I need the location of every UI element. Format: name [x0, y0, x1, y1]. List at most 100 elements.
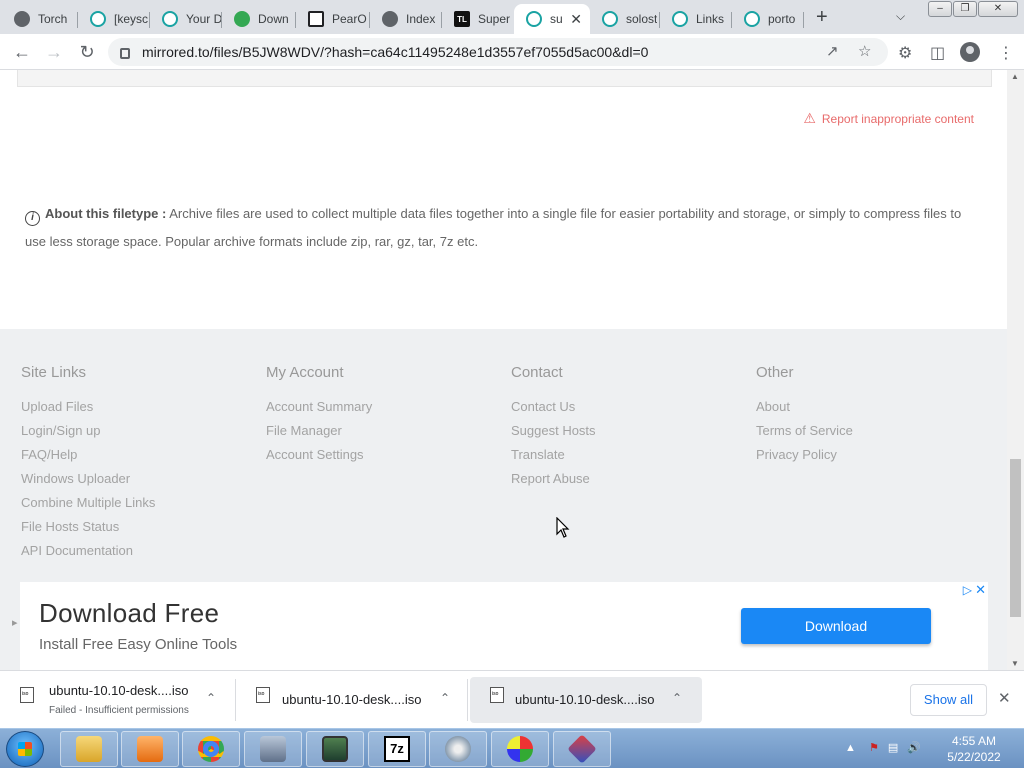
page-scrollbar[interactable]: ▲ ▼	[1007, 70, 1024, 670]
show-hidden-icons-icon[interactable]: ▲	[845, 742, 856, 754]
reload-icon[interactable]: ↻	[75, 41, 99, 65]
footer-link-api-documentation[interactable]: API Documentation	[21, 539, 155, 563]
report-content-link[interactable]: ⚠ Report inappropriate content	[803, 110, 974, 127]
tab-super[interactable]: TL Super	[442, 4, 514, 34]
download-item[interactable]: ubuntu-10.10-desk....iso Failed - Insuff…	[0, 677, 236, 723]
windows-taskbar: 7z ▲ ⚑ ▤ 🔊 4:55 AM 5/22/2022	[0, 728, 1024, 768]
footer-link-file-manager[interactable]: File Manager	[266, 419, 372, 443]
chevron-up-icon[interactable]: ⌃	[672, 691, 682, 705]
taskbar-media-player[interactable]	[121, 731, 179, 767]
tab-pearo[interactable]: PearO	[296, 4, 370, 34]
tab-title: Index	[406, 12, 436, 26]
start-button[interactable]	[6, 731, 44, 767]
action-center-flag-icon[interactable]: ⚑	[869, 742, 879, 754]
ad-subline: Install Free Easy Online Tools	[39, 636, 238, 653]
disc-icon	[445, 736, 471, 762]
taskbar-paint[interactable]	[491, 731, 549, 767]
volume-icon[interactable]: 🔊	[907, 742, 921, 754]
footer-my-account: My Account Account Summary File Manager …	[266, 364, 372, 467]
taskbar-explorer[interactable]	[60, 731, 118, 767]
close-tab-icon[interactable]: ✕	[570, 11, 582, 28]
media-player-icon	[137, 736, 163, 762]
tab-solost[interactable]: solost	[590, 4, 660, 34]
footer-link-terms-of-service[interactable]: Terms of Service	[756, 419, 853, 443]
tab-keysc[interactable]: [keysc	[78, 4, 150, 34]
chevron-up-icon[interactable]: ⌃	[206, 691, 216, 705]
teal-gear-icon	[602, 11, 618, 27]
cube-icon	[567, 734, 597, 764]
tl-icon: TL	[454, 11, 470, 27]
tab-su-active[interactable]: su ✕	[514, 4, 590, 34]
footer-link-upload-files[interactable]: Upload Files	[21, 395, 155, 419]
scroll-up-arrow-icon[interactable]: ▲	[1011, 72, 1019, 81]
extensions-puzzle-icon[interactable]: ⚙	[898, 43, 912, 63]
footer-link-report-abuse[interactable]: Report Abuse	[511, 467, 596, 491]
taskbar-7zip[interactable]: 7z	[368, 731, 426, 767]
ad-banner[interactable]: Download Free Install Free Easy Online T…	[20, 582, 988, 670]
about-label: About this filetype :	[45, 206, 167, 221]
close-shelf-icon[interactable]: ✕	[998, 689, 1011, 707]
footer-link-login-signup[interactable]: Login/Sign up	[21, 419, 155, 443]
network-icon[interactable]: ▤	[888, 742, 898, 754]
download-filename: ubuntu-10.10-desk....iso	[282, 692, 422, 707]
taskbar-disc-app[interactable]	[429, 731, 487, 767]
profile-avatar-icon[interactable]	[960, 42, 980, 62]
taskbar-chrome[interactable]	[182, 731, 240, 767]
tab-title: PearO	[332, 12, 367, 26]
footer-link-privacy-policy[interactable]: Privacy Policy	[756, 443, 853, 467]
bookmark-star-icon[interactable]: ☆	[858, 42, 871, 60]
taskbar-cube-app[interactable]	[553, 731, 611, 767]
adchoices-icon[interactable]: ▷	[963, 583, 972, 597]
download-item-hovered[interactable]: ubuntu-10.10-desk....iso ⌃	[470, 677, 702, 723]
footer-link-windows-uploader[interactable]: Windows Uploader	[21, 467, 155, 491]
minimize-button[interactable]: ‒	[928, 1, 952, 17]
footer-link-faq-help[interactable]: FAQ/Help	[21, 443, 155, 467]
taskbar-app-person[interactable]	[244, 731, 302, 767]
chevron-up-icon[interactable]: ⌃	[440, 691, 450, 705]
teal-gear-icon	[526, 11, 542, 27]
address-bar[interactable]: mirrored.to/files/B5JW8WDV/?hash=ca64c11…	[108, 38, 888, 66]
back-arrow-icon[interactable]: ←	[10, 41, 34, 65]
tab-down[interactable]: Down	[222, 4, 296, 34]
footer-link-suggest-hosts[interactable]: Suggest Hosts	[511, 419, 596, 443]
scrollbar-thumb[interactable]	[1010, 459, 1021, 617]
footer-link-file-hosts-status[interactable]: File Hosts Status	[21, 515, 155, 539]
footer-link-about[interactable]: About	[756, 395, 853, 419]
new-tab-button[interactable]: +	[816, 6, 828, 29]
download-item[interactable]: ubuntu-10.10-desk....iso ⌃	[236, 677, 468, 723]
footer-link-account-settings[interactable]: Account Settings	[266, 443, 372, 467]
footer-link-combine-links[interactable]: Combine Multiple Links	[21, 491, 155, 515]
restore-button[interactable]: ❐	[953, 1, 977, 17]
ad-download-button[interactable]: Download	[741, 608, 931, 644]
report-link-text: Report inappropriate content	[821, 111, 974, 126]
close-window-button[interactable]: ✕	[978, 1, 1018, 17]
globe-icon	[382, 11, 398, 27]
scroll-down-arrow-icon[interactable]: ▼	[1011, 659, 1019, 668]
iso-file-icon	[20, 687, 34, 703]
side-panel-icon[interactable]: ◫	[930, 43, 945, 63]
taskbar-clock[interactable]: 4:55 AM 5/22/2022	[944, 733, 1004, 765]
tab-links[interactable]: Links	[660, 4, 732, 34]
clock-time: 4:55 AM	[951, 734, 997, 748]
share-icon[interactable]: ↗	[826, 42, 839, 60]
taskbar-monitor-app[interactable]	[306, 731, 364, 767]
footer-link-contact-us[interactable]: Contact Us	[511, 395, 596, 419]
teal-gear-icon	[162, 11, 178, 27]
footer-link-account-summary[interactable]: Account Summary	[266, 395, 372, 419]
show-all-button[interactable]: Show all	[910, 684, 987, 716]
7zip-icon: 7z	[384, 736, 410, 762]
footer-contact: Contact Contact Us Suggest Hosts Transla…	[511, 364, 596, 491]
tab-your-d[interactable]: Your D	[150, 4, 222, 34]
tab-search-chevron-icon[interactable]: ⌵	[896, 9, 905, 24]
menu-kebab-icon[interactable]: ⋮	[998, 43, 1014, 63]
forward-arrow-icon[interactable]: →	[42, 41, 66, 65]
monitor-icon	[322, 736, 348, 762]
tab-torch[interactable]: Torch	[2, 4, 78, 34]
globe-icon	[14, 11, 30, 27]
download-filename: ubuntu-10.10-desk....iso	[49, 683, 189, 698]
ad-close-icon[interactable]: ✕	[975, 582, 986, 598]
tab-index[interactable]: Index	[370, 4, 442, 34]
footer-link-translate[interactable]: Translate	[511, 443, 596, 467]
tab-porto[interactable]: porto	[732, 4, 804, 34]
tab-strip: Torch [keysc Your D Down PearO Index TL …	[0, 0, 1024, 34]
